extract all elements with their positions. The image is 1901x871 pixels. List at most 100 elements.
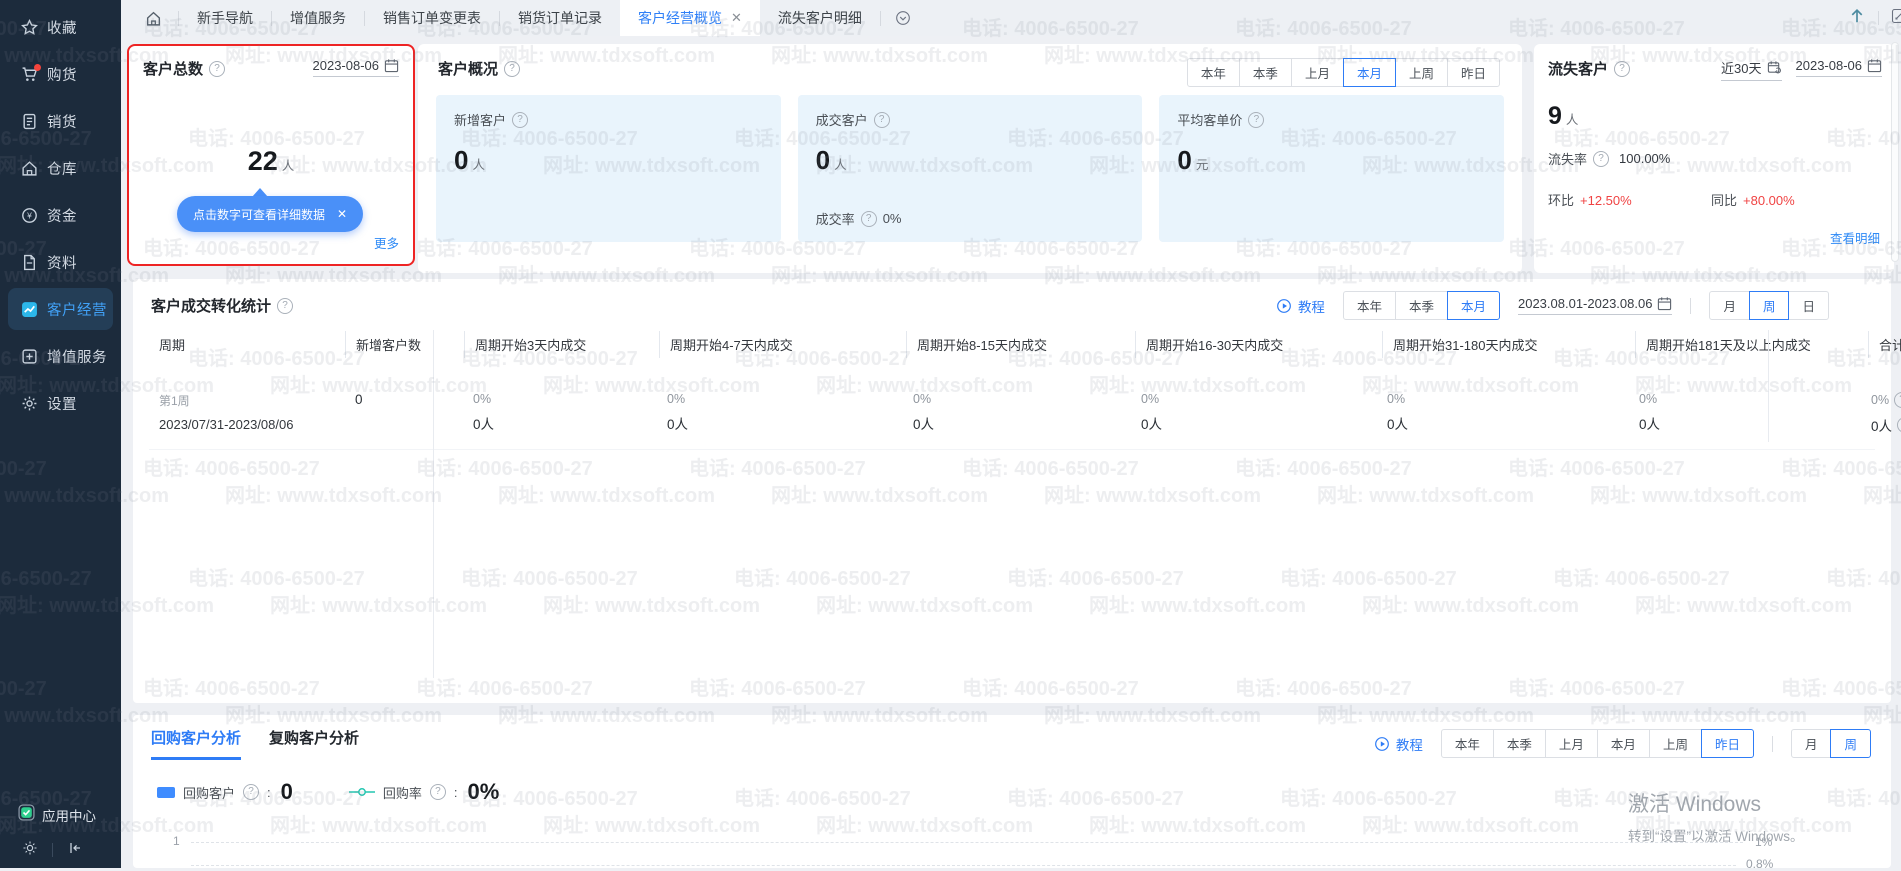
divider [1772, 736, 1773, 752]
col-3days: 周期开始3天内成交 [464, 331, 659, 358]
help-icon[interactable]: ? [1897, 417, 1901, 433]
tab-sales-order-record[interactable]: 销货订单记录 [500, 0, 620, 36]
filter-last-month[interactable]: 上月 [1291, 58, 1344, 87]
help-icon[interactable]: ? [1248, 112, 1264, 128]
help-icon[interactable]: ? [209, 61, 225, 77]
help-icon[interactable]: ? [861, 211, 877, 227]
granularity-month[interactable]: 月 [1791, 729, 1832, 758]
sidebar-item-vas[interactable]: 增值服务 [0, 333, 121, 380]
help-icon[interactable]: ? [430, 784, 446, 800]
sidebar-item-funds[interactable]: ¥ 资金 [0, 192, 121, 239]
repurchase-granularity: 月 周 [1791, 729, 1871, 758]
new-customers-value[interactable]: 0人 [454, 145, 763, 176]
tab-rebuy-analysis[interactable]: 复购客户分析 [269, 727, 359, 760]
sidebar-item-customer-mgmt[interactable]: 客户经营 [8, 288, 113, 330]
filter-yesterday[interactable]: 昨日 [1701, 729, 1754, 758]
tutorial-link[interactable]: 教程 [1374, 734, 1423, 754]
filter-last-month[interactable]: 上月 [1545, 729, 1598, 758]
cell-count: 0人 [1141, 413, 1377, 433]
filter-this-month[interactable]: 本月 [1343, 58, 1396, 87]
tabs-dropdown-icon[interactable] [881, 10, 925, 26]
help-icon[interactable]: ? [1593, 151, 1609, 167]
churn-title: 流失客户 ? [1548, 58, 1630, 79]
granularity-week[interactable]: 周 [1830, 729, 1871, 758]
new-count-value: 0 [355, 392, 463, 407]
help-icon[interactable]: ? [512, 112, 528, 128]
home-icon[interactable] [121, 10, 178, 27]
filter-this-year[interactable]: 本年 [1343, 291, 1396, 320]
filter-last-week[interactable]: 上周 [1395, 58, 1448, 87]
filter-this-quarter[interactable]: 本季 [1493, 729, 1546, 758]
deal-customers-label: 成交客户? [816, 110, 1125, 129]
tab-newbie-nav[interactable]: 新手导航 [179, 0, 271, 36]
filter-yesterday[interactable]: 昨日 [1447, 58, 1500, 87]
filter-this-year[interactable]: 本年 [1187, 58, 1240, 87]
gear-icon [20, 395, 38, 413]
help-icon[interactable]: ? [504, 61, 520, 77]
customer-overview-card: 客户概况 ? 本年 本季 上月 本月 上周 昨日 新增客户? 0人 成交客户? … [418, 44, 1522, 273]
avg-order-value-card: 平均客单价? 0元 [1159, 95, 1504, 242]
tab-churn-detail[interactable]: 流失客户明细 [760, 0, 880, 36]
col-16-30days: 周期开始16-30天内成交 [1135, 331, 1382, 358]
sidebar-item-favorites[interactable]: 收藏 [0, 4, 121, 51]
col-181days-plus: 周期开始181天及以上内成交 [1635, 331, 1868, 358]
filter-last-week[interactable]: 上周 [1649, 729, 1702, 758]
tab-value-added[interactable]: 增值服务 [272, 0, 364, 36]
churn-date-picker[interactable]: 2023-08-06 [1796, 58, 1883, 77]
customer-total-date-picker[interactable]: 2023-08-06 [313, 58, 400, 77]
tab-buyback-analysis[interactable]: 回购客户分析 [151, 727, 241, 760]
sidebar-item-warehouse[interactable]: 仓库 [0, 145, 121, 192]
col-total: 合计 [1868, 331, 1901, 358]
tutorial-link[interactable]: 教程 [1276, 296, 1325, 316]
churn-yoy: 同比+80.00% [1711, 190, 1874, 209]
scroll-top-icon[interactable] [1848, 7, 1866, 30]
play-icon [1374, 736, 1390, 752]
granularity-day[interactable]: 日 [1788, 291, 1829, 320]
legend-buyback: 回购客户?: 0 [157, 779, 293, 805]
period-name: 第1周 [159, 392, 345, 409]
filter-this-month[interactable]: 本月 [1447, 291, 1500, 320]
scrollbar-thumb[interactable] [1891, 42, 1899, 262]
sidebar-item-sales[interactable]: 销货 [0, 98, 121, 145]
tooltip-close-icon[interactable]: ✕ [337, 207, 347, 221]
cell-pct: 0% [667, 392, 903, 406]
cell-pct: 0% [1387, 392, 1629, 406]
customer-total-value[interactable]: 22人 [129, 146, 413, 177]
more-link[interactable]: 更多 [374, 233, 399, 252]
app-center-button[interactable]: 应用中心 [0, 798, 121, 832]
filter-this-year[interactable]: 本年 [1441, 729, 1494, 758]
avg-order-value[interactable]: 0元 [1177, 145, 1486, 176]
deal-customers-value[interactable]: 0人 [816, 145, 1125, 176]
filter-this-quarter[interactable]: 本季 [1395, 291, 1448, 320]
help-icon[interactable]: ? [874, 112, 890, 128]
filter-this-month[interactable]: 本月 [1597, 729, 1650, 758]
new-customers-card: 新增客户? 0人 [436, 95, 781, 242]
help-icon[interactable]: ? [1614, 61, 1630, 77]
granularity-week[interactable]: 周 [1749, 291, 1790, 320]
churn-range-picker[interactable]: 近30天 [1721, 58, 1781, 81]
sidebar-item-purchase[interactable]: 购货 [0, 51, 121, 98]
view-detail-link[interactable]: 查看明细 [1830, 228, 1880, 247]
total-count: 0人? [1871, 415, 1901, 435]
help-icon[interactable]: ? [243, 784, 259, 800]
conversion-date-range-picker[interactable]: 2023.08.01-2023.08.06 [1518, 296, 1672, 315]
top-tab-bar: 新手导航 增值服务 销售订单变更表 销货订单记录 客户经营概览 ✕ 流失客户明细 [121, 0, 1901, 36]
cell-count: 0人 [913, 413, 1131, 433]
repurchase-period-filter: 本年 本季 上月 本月 上周 昨日 [1441, 729, 1754, 758]
granularity-month[interactable]: 月 [1709, 291, 1750, 320]
cell-count: 0人 [1639, 413, 1861, 433]
sidebar-item-data[interactable]: 资料 [0, 239, 121, 286]
expand-icon[interactable] [1891, 8, 1901, 29]
collapse-sidebar-icon[interactable] [67, 840, 83, 861]
tab-sales-order-change[interactable]: 销售订单变更表 [365, 0, 499, 36]
sidebar-item-settings[interactable]: 设置 [0, 380, 121, 427]
col-31-180days: 周期开始31-180天内成交 [1382, 331, 1635, 358]
close-tab-icon[interactable]: ✕ [731, 10, 742, 26]
teal-line-marker-icon [349, 787, 375, 797]
theme-toggle-icon[interactable] [22, 840, 38, 861]
help-icon[interactable]: ? [277, 298, 293, 314]
tab-customer-overview[interactable]: 客户经营概览 ✕ [620, 0, 760, 36]
help-icon[interactable]: ? [1894, 392, 1901, 408]
churn-value[interactable]: 9人 [1548, 102, 1578, 131]
filter-this-quarter[interactable]: 本季 [1239, 58, 1292, 87]
